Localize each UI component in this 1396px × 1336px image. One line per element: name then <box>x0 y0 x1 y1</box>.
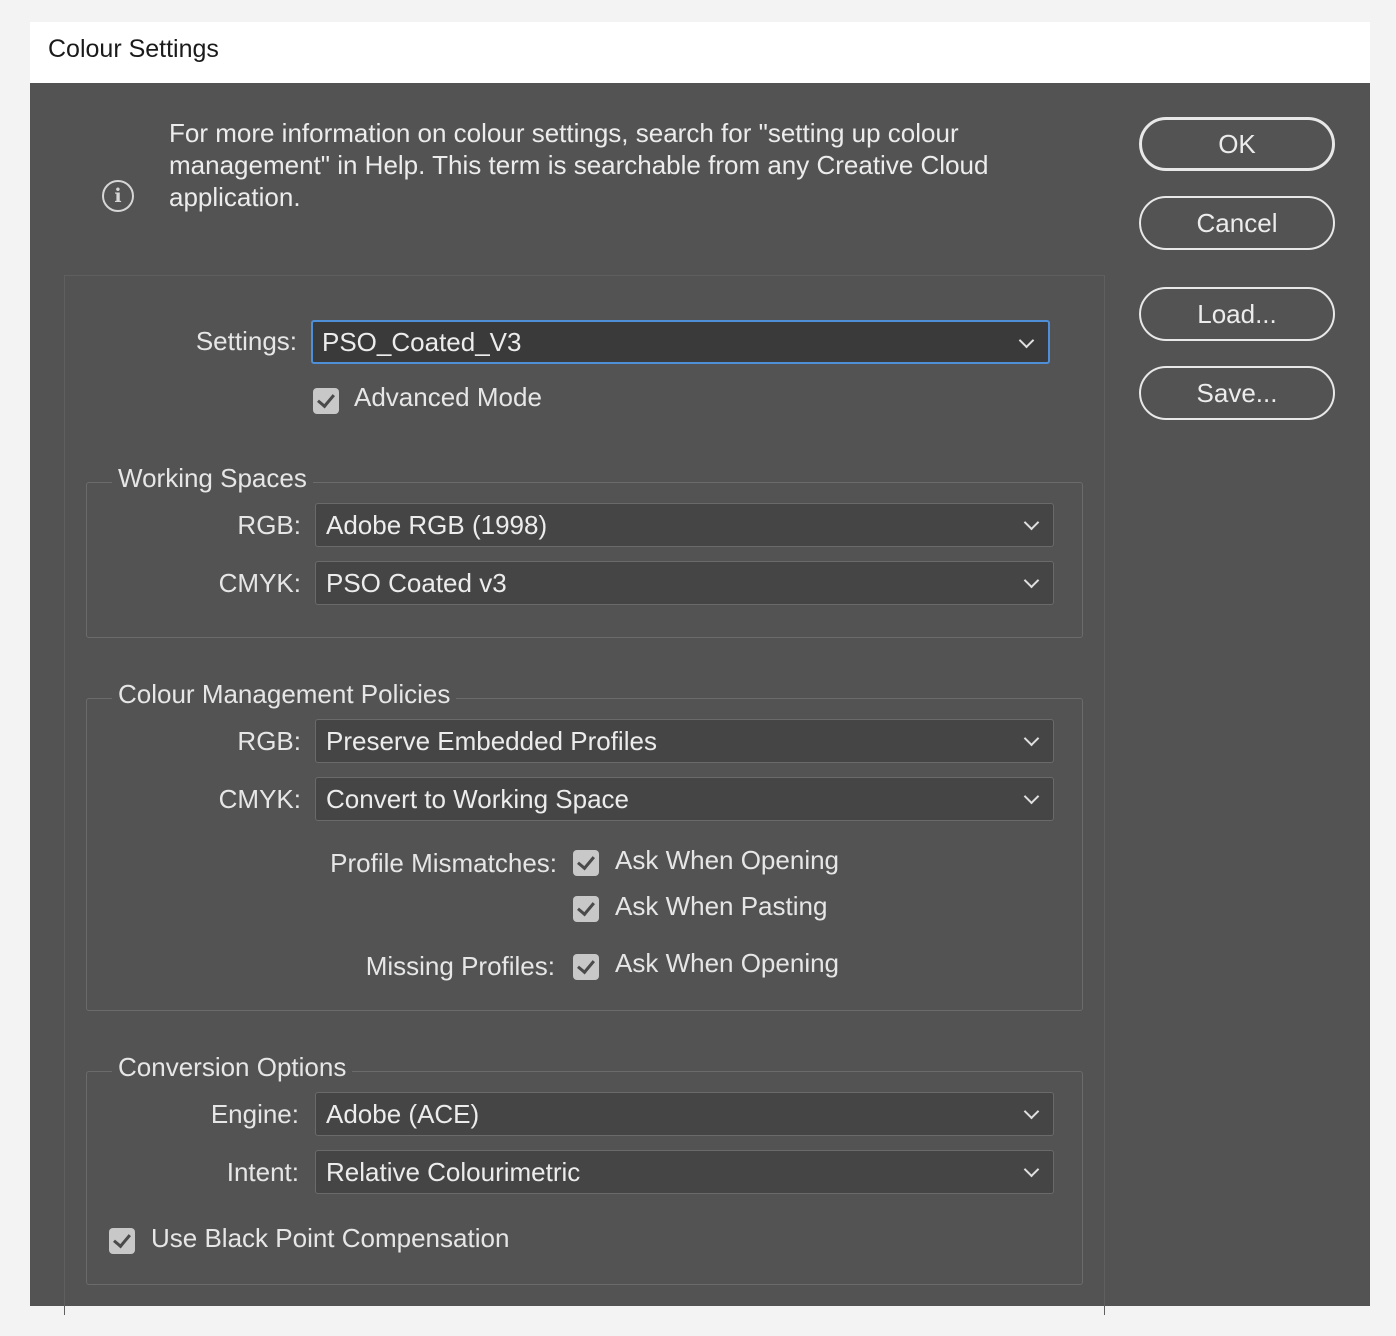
profile-mismatches-label: Profile Mismatches: <box>330 848 557 878</box>
missing-ask-opening-label: Ask When Opening <box>615 948 840 978</box>
info-icon: i <box>102 180 134 212</box>
working-spaces-title: Working Spaces <box>112 463 313 494</box>
policy-rgb-value: Preserve Embedded Profiles <box>326 726 657 756</box>
chevron-down-icon <box>1023 572 1040 589</box>
working-cmyk-value: PSO Coated v3 <box>326 568 507 598</box>
mismatch-ask-opening-checkbox[interactable] <box>573 850 599 876</box>
mismatch-ask-pasting-checkbox[interactable] <box>573 896 599 922</box>
chevron-down-icon <box>1023 514 1040 531</box>
title-bar: Colour Settings <box>30 22 1370 83</box>
chevron-down-icon <box>1023 1161 1040 1178</box>
policy-cmyk-value: Convert to Working Space <box>326 784 629 814</box>
advanced-mode-checkbox[interactable] <box>313 388 339 414</box>
advanced-mode-label: Advanced Mode <box>354 382 542 412</box>
working-rgb-label: RGB: <box>237 510 301 540</box>
working-cmyk-label: CMYK: <box>218 568 301 598</box>
black-point-compensation-checkbox[interactable] <box>109 1228 135 1254</box>
missing-ask-opening-checkbox[interactable] <box>573 954 599 980</box>
black-point-compensation-label: Use Black Point Compensation <box>151 1223 510 1253</box>
ok-button[interactable]: OK <box>1139 117 1335 171</box>
working-cmyk-dropdown[interactable]: PSO Coated v3 <box>315 561 1054 605</box>
settings-dropdown[interactable]: PSO_Coated_V3 <box>311 320 1050 364</box>
policy-cmyk-dropdown[interactable]: Convert to Working Space <box>315 777 1054 821</box>
intent-dropdown[interactable]: Relative Colourimetric <box>315 1150 1054 1194</box>
load-button[interactable]: Load... <box>1139 287 1335 341</box>
save-button[interactable]: Save... <box>1139 366 1335 420</box>
policy-rgb-dropdown[interactable]: Preserve Embedded Profiles <box>315 719 1054 763</box>
chevron-down-icon <box>1018 332 1035 349</box>
chevron-down-icon <box>1023 1103 1040 1120</box>
intent-value: Relative Colourimetric <box>326 1157 581 1187</box>
conversion-title: Conversion Options <box>112 1052 353 1083</box>
mismatch-ask-pasting-label: Ask When Pasting <box>615 891 828 921</box>
engine-dropdown[interactable]: Adobe (ACE) <box>315 1092 1054 1136</box>
chevron-down-icon <box>1023 788 1040 805</box>
policies-title: Colour Management Policies <box>112 679 457 710</box>
chevron-down-icon <box>1023 730 1040 747</box>
colour-settings-dialog: Colour Settings i For more information o… <box>30 22 1370 1315</box>
engine-label: Engine: <box>210 1099 299 1129</box>
policy-cmyk-label: CMYK: <box>218 784 301 814</box>
settings-label: Settings: <box>195 326 297 356</box>
info-message: For more information on colour settings,… <box>169 118 989 212</box>
intent-label: Intent: <box>226 1157 299 1187</box>
working-rgb-dropdown[interactable]: Adobe RGB (1998) <box>315 503 1054 547</box>
working-rgb-value: Adobe RGB (1998) <box>326 510 548 540</box>
cancel-button[interactable]: Cancel <box>1139 196 1335 250</box>
mismatch-ask-opening-label: Ask When Opening <box>615 845 840 875</box>
missing-profiles-label: Missing Profiles: <box>365 951 555 981</box>
engine-value: Adobe (ACE) <box>326 1099 480 1129</box>
policy-rgb-label: RGB: <box>237 726 301 756</box>
settings-value: PSO_Coated_V3 <box>322 327 522 357</box>
window-title: Colour Settings <box>48 35 219 63</box>
